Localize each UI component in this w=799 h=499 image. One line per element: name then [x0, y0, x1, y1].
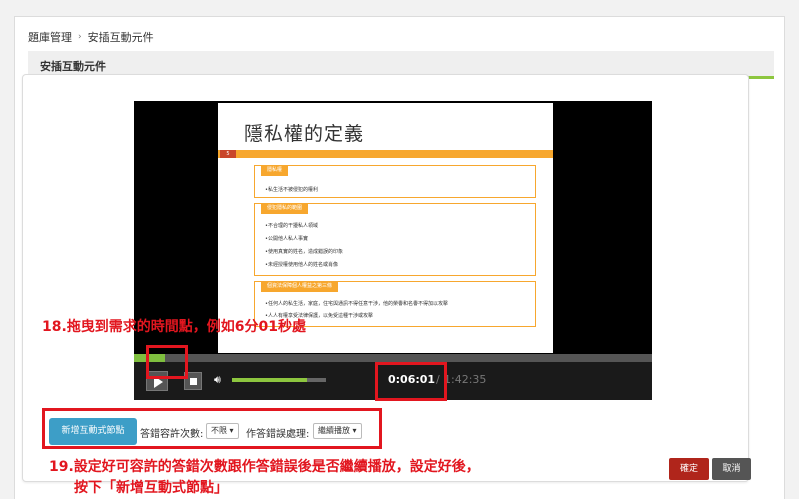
tolerance-label: 答錯容許次數:	[140, 429, 204, 440]
tolerance-value: 不限	[211, 426, 227, 435]
slide-title: 隱私權的定義	[244, 123, 365, 145]
slide-box-line: •使用真實的姓名，造成錯誤的印象	[265, 249, 343, 255]
breadcrumb-root-link[interactable]: 題庫管理	[28, 29, 72, 45]
annotation-step-19-line1: 設定好可容許的答錯次數跟作答錯誤後是否繼續播放，設定好後，	[73, 459, 480, 475]
annotation-step-19-number: 19.	[49, 459, 74, 475]
slide-box-line: •任何人的私生活，家庭，住宅與通訊不得任意干涉，他的榮譽和名譽不得加以攻擊	[265, 301, 448, 307]
breadcrumb-current: 安插互動元件	[87, 31, 154, 44]
slide-box-header: 侵犯隱私的範圍	[261, 203, 309, 214]
breadcrumb: 題庫管理 › 安插互動元件	[28, 29, 154, 45]
highlight-current-time	[375, 362, 447, 401]
slide-box-1: 隱私權 •私生活不被侵犯的權利	[254, 165, 536, 198]
slide-box-line: •不合理的干擾私人領域	[265, 223, 318, 229]
annotation-step-18-text: 拖曳到需求的時間點，例如6分01秒處	[66, 319, 307, 335]
slide-box-header: 隱私權	[261, 165, 289, 176]
tolerance-select[interactable]: 不限 ▾	[206, 423, 239, 439]
error-handling-select[interactable]: 繼續播放 ▾	[313, 423, 362, 439]
slide-box-2: 侵犯隱私的範圍 •不合理的干擾私人領域 •公開他人私人事實 •使用真實的姓名，造…	[254, 203, 536, 276]
video-progress-bar[interactable]	[134, 354, 652, 362]
annotation-step-18-number: 18.	[42, 319, 67, 335]
slide-box-header: 個資法保障個人權益之第三條	[261, 281, 339, 292]
confirm-button[interactable]: 確定	[669, 458, 709, 480]
volume-slider-fill	[232, 378, 308, 382]
slide-box-line: •私生活不被侵犯的權利	[265, 187, 318, 193]
total-time: 1:42:35	[444, 373, 487, 386]
slide-box-line: •公開他人私人事實	[265, 236, 308, 242]
cancel-button[interactable]: 取消	[712, 458, 751, 480]
video-player[interactable]: 隱私權的定義 5 隱私權 •私生活不被侵犯的權利 侵犯隱私的範圍 •不合理的干擾…	[134, 101, 652, 400]
breadcrumb-separator-icon: ›	[78, 32, 82, 42]
annotation-step-19-line2: 按下「新增互動式節點」	[74, 480, 228, 496]
annotation-step-18: 18.拖曳到需求的時間點，例如6分01秒處	[42, 316, 306, 336]
slide-box-line: •未經授權使用他人的姓名或肖像	[265, 262, 338, 268]
highlight-progress-handle	[146, 345, 188, 379]
section-title: 安插互動元件	[40, 60, 106, 73]
slide-band	[218, 150, 553, 158]
error-handling-value: 繼續播放	[318, 426, 350, 435]
slide-number: 5	[220, 150, 236, 158]
annotation-step-19: 19.設定好可容許的答錯次數跟作答錯誤後是否繼續播放，設定好後，	[49, 456, 480, 476]
error-handling-label: 作答錯誤處理:	[246, 429, 310, 440]
volume-slider[interactable]	[232, 378, 326, 382]
chevron-down-icon: ▾	[229, 426, 234, 435]
volume-icon[interactable]: 🔊︎	[214, 373, 221, 387]
add-interactive-node-button[interactable]: 新增互動式節點	[49, 418, 137, 445]
chevron-down-icon: ▾	[352, 426, 357, 435]
